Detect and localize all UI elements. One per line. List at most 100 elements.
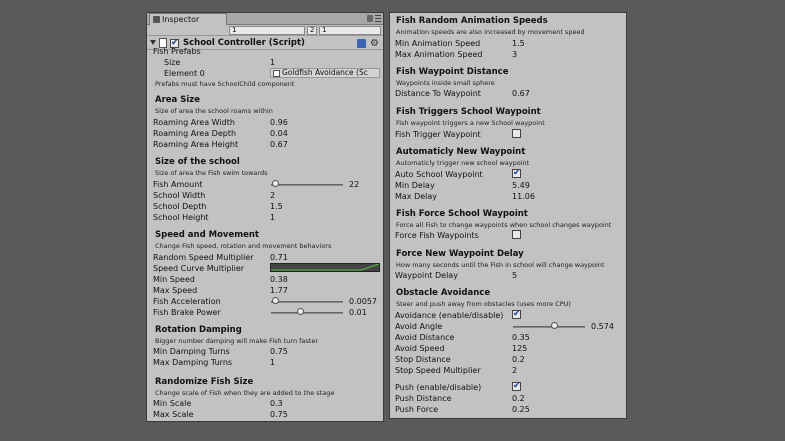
avoid-angle-value[interactable]: 0.574 [591, 322, 614, 331]
avoid-angle-label: Avoid Angle [395, 322, 443, 331]
waypoint-delay-desc: How many seconds until the Fish in schoo… [396, 261, 605, 269]
fish-amount-value[interactable]: 22 [349, 180, 359, 189]
field-label: Push Force [395, 405, 439, 414]
speed-curve-field[interactable] [270, 263, 380, 272]
brake-slider-thumb[interactable] [296, 308, 304, 315]
scale-title: Randomize Fish Size [155, 377, 254, 387]
fish-prefabs-label[interactable]: Fish Prefabs [153, 47, 201, 56]
min-speed-value[interactable]: 0.38 [270, 275, 288, 284]
element-0-field[interactable]: Goldfish Avoidance (Sc [270, 68, 380, 78]
waypoint-delay-value[interactable]: 5 [512, 271, 517, 280]
obstacle-desc: Steer and push away from obstacles (uses… [396, 300, 571, 308]
field-label: Avoid Distance [395, 333, 455, 342]
field-value[interactable]: 0.2 [512, 355, 525, 364]
random-speed-value[interactable]: 0.71 [270, 253, 288, 262]
fish-amount-label: Fish Amount [153, 180, 203, 189]
inspector-panel-left: Inspector 1 2 1 School Controller (Scrip… [146, 12, 384, 422]
brake-label: Fish Brake Power [153, 308, 221, 317]
scale-desc: Change scale of Fish when they are added… [155, 389, 335, 397]
auto-waypoint-desc: Automaticly trigger new school waypoint [396, 159, 530, 167]
anim-title: Fish Random Animation Speeds [396, 16, 548, 26]
field-value[interactable]: 1 [270, 358, 275, 367]
field-value[interactable]: 2 [512, 366, 517, 375]
distance-to-waypoint-label: Distance To Waypoint [395, 89, 481, 98]
gear-icon[interactable]: ⚙ [370, 37, 379, 51]
foldout-icon[interactable] [150, 40, 156, 45]
size-label: Size [164, 58, 181, 67]
size-value[interactable]: 1 [270, 58, 275, 67]
field-value[interactable]: 0.3 [270, 399, 283, 408]
push-checkbox[interactable] [512, 381, 521, 391]
force-fish-waypoints-checkbox[interactable] [512, 230, 521, 239]
help-book-icon[interactable] [357, 39, 366, 48]
avoidance-label: Avoidance (enable/disable) [395, 311, 504, 320]
field-value[interactable]: 0.04 [270, 129, 288, 138]
fish-amount-slider[interactable] [271, 184, 343, 186]
accel-slider[interactable] [271, 301, 343, 303]
field-label: Stop Speed Multiplier [395, 366, 481, 375]
fish-trigger-label: Fish Trigger Waypoint [395, 130, 481, 139]
field-value[interactable]: 125 [512, 344, 527, 353]
field-value[interactable]: 0.75 [270, 410, 288, 419]
field-value[interactable]: 1.5 [512, 39, 525, 48]
obstacle-title: Obstacle Avoidance [396, 288, 491, 298]
inspector-icon [153, 16, 160, 23]
avoid-angle-slider[interactable] [513, 326, 585, 328]
avoidance-checkbox[interactable] [512, 309, 521, 319]
menu-icon[interactable] [375, 15, 381, 22]
tab-inspector-label: Inspector [162, 15, 200, 24]
field-label: School Height [153, 213, 209, 222]
field-value[interactable]: 0.35 [512, 333, 530, 342]
layer-fields: 1 2 1 [147, 25, 383, 36]
tab-inspector[interactable]: Inspector [149, 13, 227, 25]
field-value[interactable]: 0.2 [512, 394, 525, 403]
school-size-title: Size of the school [155, 157, 240, 167]
field-label: Max Scale [153, 410, 194, 419]
field-value[interactable]: 1.5 [270, 202, 283, 211]
field-label: Max Animation Speed [395, 50, 483, 59]
distance-to-waypoint-value[interactable]: 0.67 [512, 89, 530, 98]
field-value[interactable]: 0.96 [270, 118, 288, 127]
brake-slider[interactable] [271, 312, 343, 314]
area-size-title: Area Size [155, 95, 200, 105]
field-label: Roaming Area Height [153, 140, 239, 149]
brake-value[interactable]: 0.01 [349, 308, 367, 317]
top-field-3[interactable]: 1 [319, 26, 381, 35]
fish-amount-slider-thumb[interactable] [271, 180, 279, 187]
tab-bar: Inspector [147, 13, 383, 25]
speed-curve-line [271, 264, 379, 271]
accel-value[interactable]: 0.0057 [349, 297, 377, 306]
triggers-title: Fish Triggers School Waypoint [396, 107, 541, 117]
field-value[interactable]: 1 [270, 213, 275, 222]
field-value[interactable]: 2 [270, 191, 275, 200]
field-label: Min Delay [395, 181, 435, 190]
accel-slider-thumb[interactable] [271, 297, 279, 304]
auto-school-waypoint-label: Auto School Waypoint [395, 170, 483, 179]
speed-curve-label: Speed Curve Multiplier [153, 264, 245, 273]
lock-icon[interactable] [367, 15, 373, 22]
field-value[interactable]: 3 [512, 50, 517, 59]
field-label: Roaming Area Depth [153, 129, 237, 138]
school-size-desc: Size of area the Fish swim towards [155, 169, 268, 177]
field-value[interactable]: 11.06 [512, 192, 535, 201]
waypoint-delay-title: Force New Waypoint Delay [396, 249, 524, 259]
top-field-2[interactable]: 2 [307, 26, 317, 35]
field-label: Max Delay [395, 192, 438, 201]
field-value[interactable]: 0.67 [270, 140, 288, 149]
speed-desc: Change Fish speed, rotation and movement… [155, 242, 332, 250]
max-speed-value[interactable]: 1.77 [270, 286, 288, 295]
fish-trigger-checkbox[interactable] [512, 129, 521, 138]
field-label: Min Damping Turns [153, 347, 230, 356]
top-field-1[interactable]: 1 [229, 26, 305, 35]
field-value[interactable]: 5.49 [512, 181, 530, 190]
anim-desc: Animation speeds are also increased by m… [396, 28, 585, 36]
script-icon [273, 70, 280, 77]
field-label: School Depth [153, 202, 207, 211]
waypoint-distance-title: Fish Waypoint Distance [396, 67, 509, 77]
component-title: School Controller (Script) [183, 38, 305, 48]
field-value[interactable]: 0.25 [512, 405, 530, 414]
field-label: Stop Distance [395, 355, 451, 364]
auto-school-waypoint-checkbox[interactable] [512, 168, 521, 178]
prefabs-note: Prefabs must have SchoolChild component [155, 80, 295, 88]
field-value[interactable]: 0.75 [270, 347, 288, 356]
